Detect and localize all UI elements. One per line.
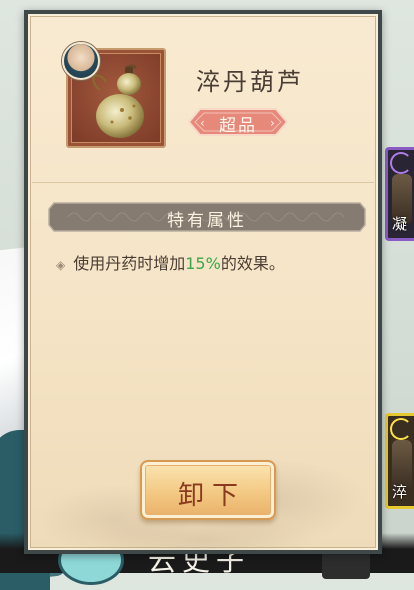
rarity-label: 超品 (219, 116, 257, 136)
unequip-button[interactable]: 卸下 (140, 460, 276, 520)
attribute-prefix: 使用丹药时增加 (73, 254, 186, 273)
swirl-icon (390, 152, 412, 174)
side-card-label: 凝 (392, 215, 408, 233)
item-detail-panel: 淬丹葫芦 ‹ › 超品 特有属性 ◈ 使用丹药时增加15%的效果。 卸下 (24, 10, 382, 554)
item-header: 淬丹葫芦 ‹ › 超品 (32, 18, 374, 183)
section-title: 特有属性 (167, 211, 247, 231)
equipped-character-avatar (62, 42, 100, 80)
item-name: 淬丹葫芦 (196, 68, 304, 96)
diamond-bullet-icon: ◈ (56, 258, 66, 272)
rarity-badge: ‹ › 超品 (188, 108, 288, 136)
side-card-label: 淬 (392, 483, 408, 501)
attribute-value: 15% (185, 254, 221, 273)
unequip-label: 卸下 (177, 481, 246, 511)
attribute-suffix: 的效果。 (220, 254, 285, 273)
section-header: 特有属性 (48, 202, 366, 232)
attribute-line: ◈ 使用丹药时增加15%的效果。 (56, 250, 285, 274)
mountain-backdrop (28, 350, 378, 550)
side-card-purple[interactable]: 凝 (385, 147, 414, 241)
bottom-badge (322, 551, 370, 579)
side-card-gold[interactable]: 淬 (385, 413, 414, 509)
swirl-icon (390, 418, 412, 440)
item-icon-frame (62, 42, 166, 148)
